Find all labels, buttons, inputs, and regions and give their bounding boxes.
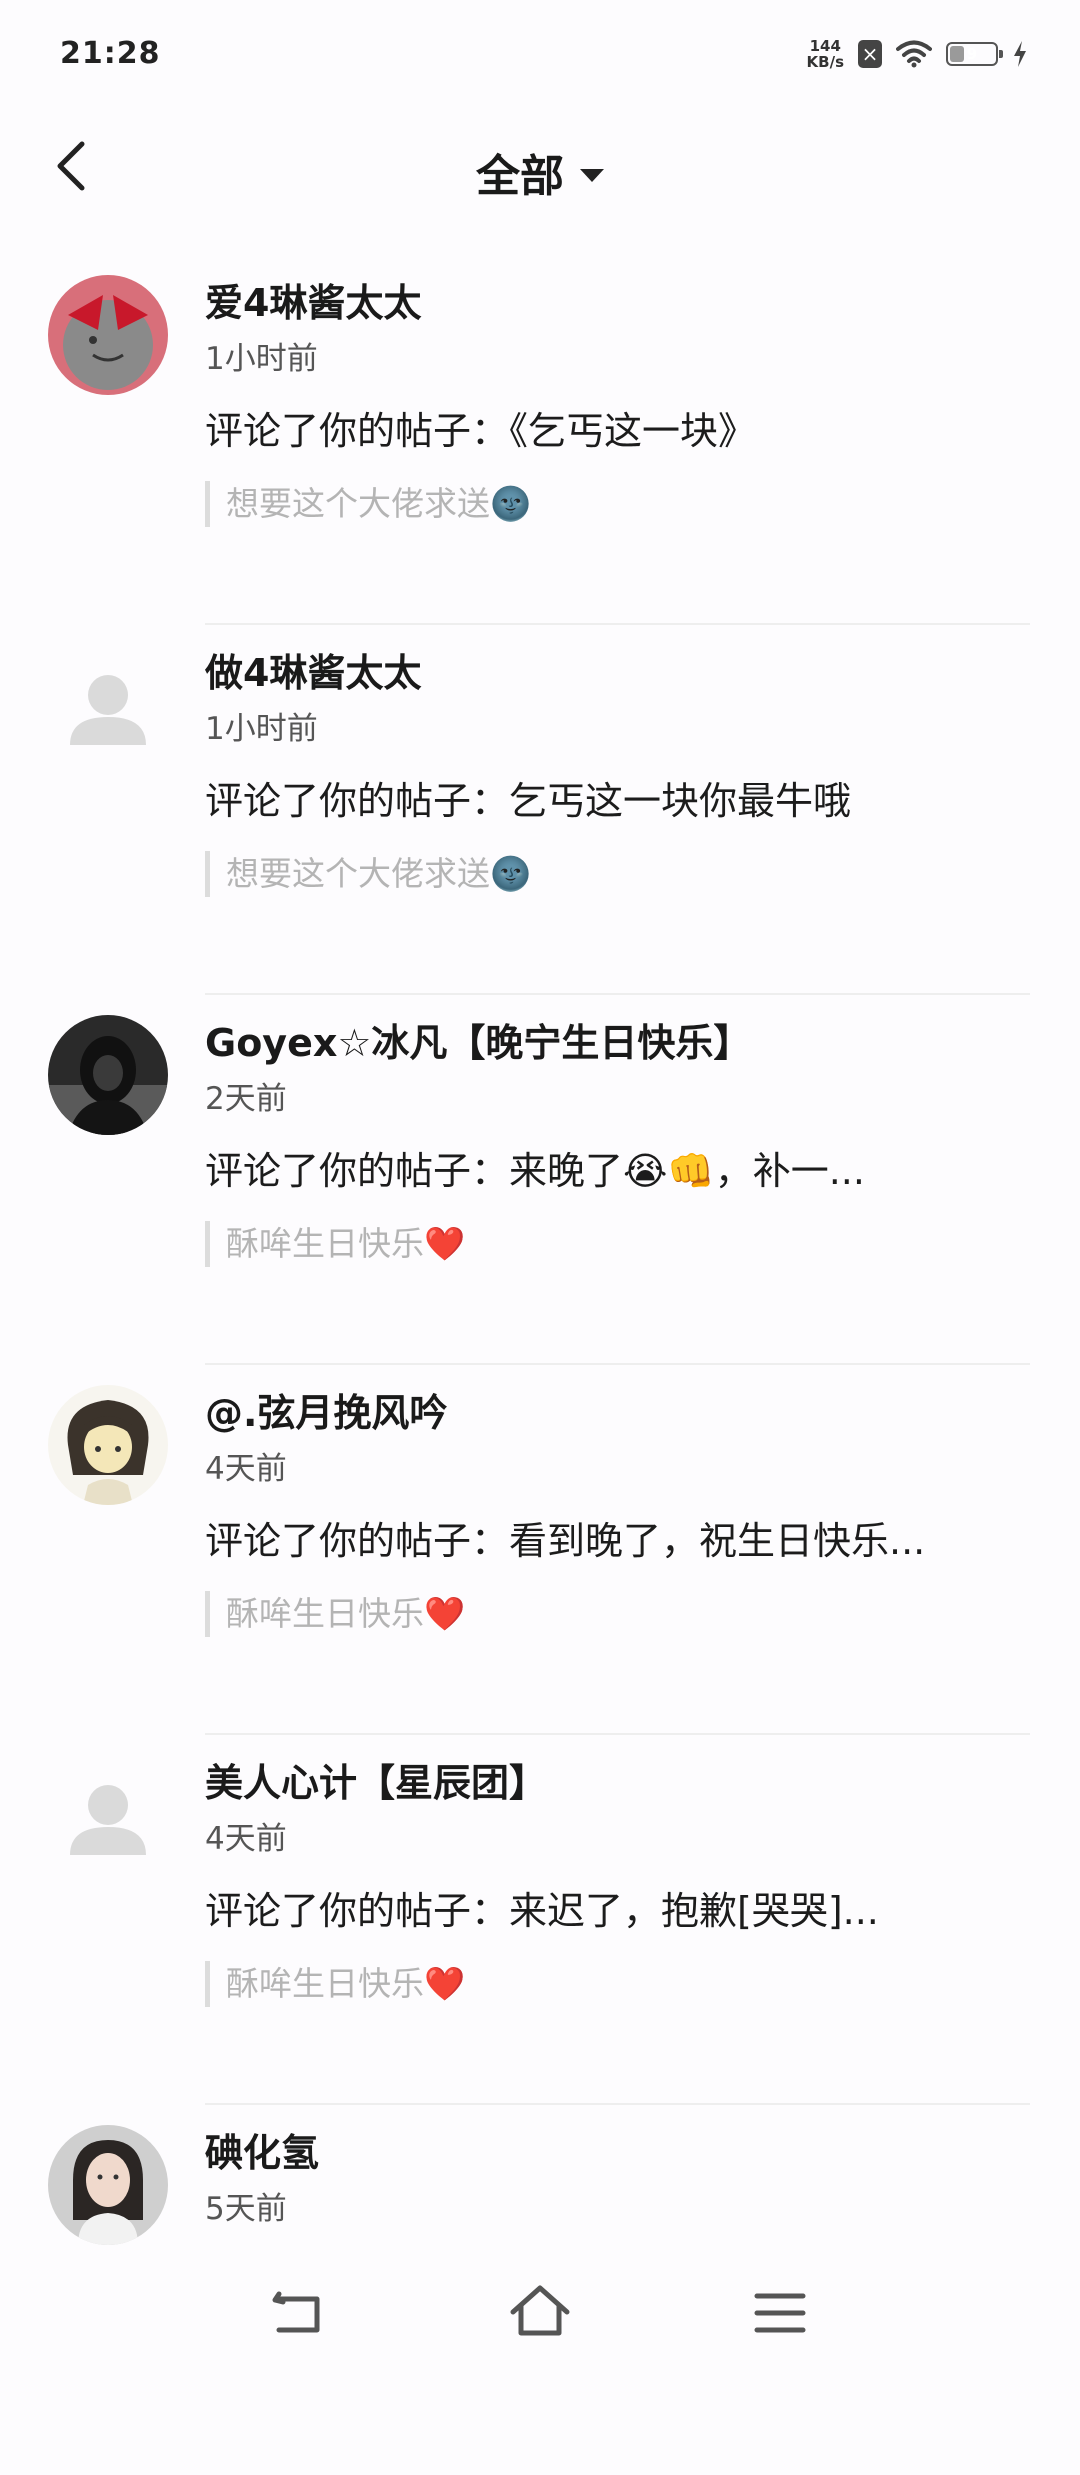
user-name[interactable]: 美人心计【星辰团】	[205, 1755, 1030, 1811]
page-title: 全部	[476, 151, 564, 202]
avatar[interactable]	[48, 275, 168, 395]
comment-text[interactable]: 评论了你的帖子：乞丐这一块你最牛哦	[205, 773, 1030, 829]
user-name[interactable]: @.弦月挽风吟	[205, 1385, 1030, 1441]
system-navigation-bar	[0, 2250, 1080, 2376]
user-name[interactable]: 做4琳酱太太	[205, 645, 1030, 701]
list-item[interactable]: 爱4琳酱太太 1小时前 评论了你的帖子：《乞丐这一块》 想要这个大佬求送🌚	[0, 255, 1080, 625]
item-content: 爱4琳酱太太 1小时前 评论了你的帖子：《乞丐这一块》 想要这个大佬求送🌚	[205, 275, 1030, 527]
item-content: 做4琳酱太太 1小时前 评论了你的帖子：乞丐这一块你最牛哦 想要这个大佬求送🌚	[205, 645, 1030, 897]
item-content: 美人心计【星辰团】 4天前 评论了你的帖子：来迟了，抱歉[哭哭]... 酥哞生日…	[205, 1755, 1030, 2007]
avatar-image-anime-girl	[48, 1385, 168, 1505]
battery-icon: 9	[946, 42, 1003, 66]
wifi-icon	[896, 40, 932, 68]
header: 全部	[0, 120, 1080, 220]
timestamp: 1小时前	[205, 341, 318, 377]
network-speed-unit: KB/s	[806, 53, 844, 71]
avatar[interactable]	[48, 1385, 168, 1505]
avatar-image-dark-hood	[48, 1015, 168, 1135]
list-item[interactable]: Goyex☆冰凡【晚宁生日快乐】 2天前 评论了你的帖子：来晚了😭👊，补一...…	[0, 995, 1080, 1365]
comment-notification-list: 爱4琳酱太太 1小时前 评论了你的帖子：《乞丐这一块》 想要这个大佬求送🌚 做4…	[0, 255, 1080, 2475]
comment-text[interactable]: 评论了你的帖子：《乞丐这一块》	[205, 403, 1030, 459]
quoted-text: 酥哞生日快乐❤️	[205, 1591, 1030, 1637]
nav-home-icon[interactable]	[505, 2278, 575, 2348]
filter-dropdown[interactable]: 全部	[0, 140, 1080, 204]
close-box-icon: ×	[858, 40, 882, 68]
timestamp: 1小时前	[205, 711, 318, 747]
avatar[interactable]	[48, 2125, 168, 2245]
status-icons: 144 KB/s × 9	[807, 38, 1028, 70]
comment-text[interactable]: 评论了你的帖子：来晚了😭👊，补一...	[205, 1143, 1030, 1199]
nav-menu-icon[interactable]	[745, 2278, 815, 2348]
avatar[interactable]	[48, 1755, 168, 1875]
item-content: @.弦月挽风吟 4天前 评论了你的帖子：看到晚了，祝生日快乐... 酥哞生日快乐…	[205, 1385, 1030, 1637]
avatar-image-red-character	[48, 275, 168, 395]
item-content: Goyex☆冰凡【晚宁生日快乐】 2天前 评论了你的帖子：来晚了😭👊，补一...…	[205, 1015, 1030, 1267]
comment-text[interactable]: 评论了你的帖子：看到晚了，祝生日快乐...	[205, 1513, 1030, 1569]
user-name[interactable]: Goyex☆冰凡【晚宁生日快乐】	[205, 1015, 1030, 1071]
timestamp: 5天前	[205, 2191, 287, 2227]
quoted-text: 酥哞生日快乐❤️	[205, 1961, 1030, 2007]
status-bar: 21:28 144 KB/s × 9	[0, 0, 1080, 120]
item-content: 碘化氢 5天前	[205, 2125, 1030, 2231]
user-name[interactable]: 爱4琳酱太太	[205, 275, 1030, 331]
timestamp: 4天前	[205, 1451, 287, 1487]
quoted-text: 想要这个大佬求送🌚	[205, 851, 1030, 897]
dropdown-caret-icon	[580, 168, 604, 182]
default-user-icon	[70, 675, 146, 745]
list-item[interactable]: 做4琳酱太太 1小时前 评论了你的帖子：乞丐这一块你最牛哦 想要这个大佬求送🌚	[0, 625, 1080, 995]
avatar[interactable]	[48, 645, 168, 765]
charging-icon	[1014, 41, 1026, 67]
battery-level: 9	[966, 45, 978, 63]
nav-back-icon[interactable]	[265, 2278, 335, 2348]
quoted-text: 酥哞生日快乐❤️	[205, 1221, 1030, 1267]
network-speed: 144 KB/s	[807, 38, 844, 70]
list-item[interactable]: @.弦月挽风吟 4天前 评论了你的帖子：看到晚了，祝生日快乐... 酥哞生日快乐…	[0, 1365, 1080, 1735]
default-user-icon	[70, 1785, 146, 1855]
comment-text[interactable]: 评论了你的帖子：来迟了，抱歉[哭哭]...	[205, 1883, 1030, 1939]
list-item[interactable]: 美人心计【星辰团】 4天前 评论了你的帖子：来迟了，抱歉[哭哭]... 酥哞生日…	[0, 1735, 1080, 2105]
user-name[interactable]: 碘化氢	[205, 2125, 1030, 2181]
timestamp: 2天前	[205, 1081, 287, 1117]
quoted-text: 想要这个大佬求送🌚	[205, 481, 1030, 527]
status-time: 21:28	[60, 36, 161, 71]
network-speed-value: 144	[809, 37, 841, 55]
avatar[interactable]	[48, 1015, 168, 1135]
timestamp: 4天前	[205, 1821, 287, 1857]
avatar-image-portrait	[48, 2125, 168, 2245]
